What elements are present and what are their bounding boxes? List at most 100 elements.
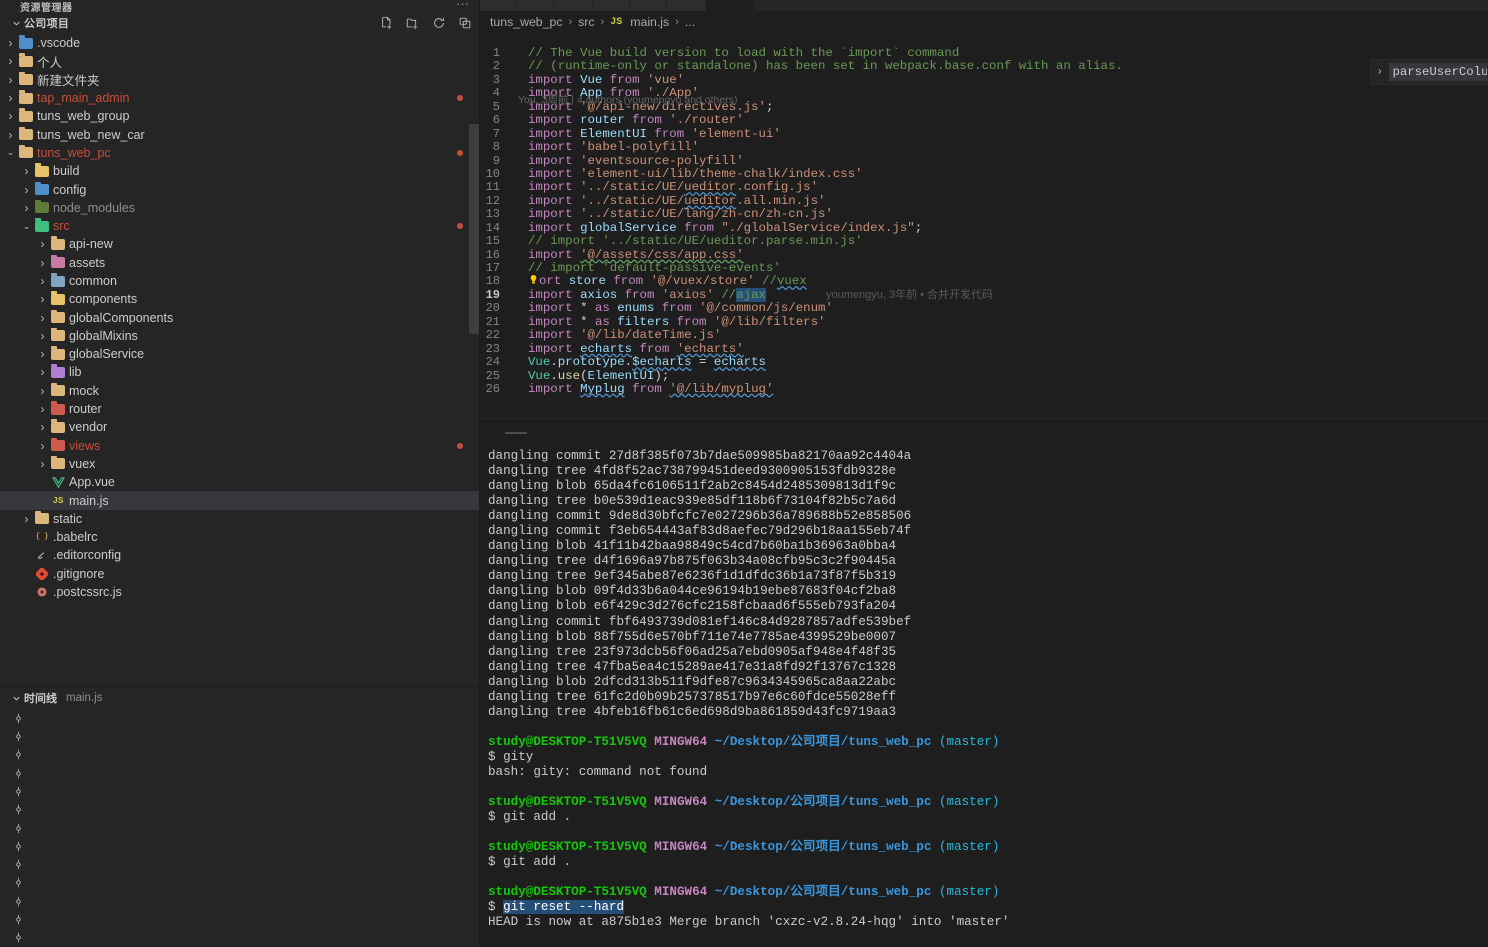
tree-item-src[interactable]: ⌄ src bbox=[0, 217, 479, 235]
code-line[interactable]: 17 // import 'default-passive-events' bbox=[480, 261, 1488, 275]
refresh-icon[interactable] bbox=[431, 15, 447, 31]
tree-item-common[interactable]: › common bbox=[0, 272, 479, 290]
file-tree[interactable]: › .vscode › 个人 › 新建文件夹 › tap_main_admin › tuns_we… bbox=[0, 34, 479, 686]
editor-tab[interactable]: ▼● bbox=[706, 0, 756, 11]
timeline-item[interactable] bbox=[0, 727, 479, 745]
code-line[interactable]: 14 import globalService from "./globalSer… bbox=[480, 221, 1488, 235]
timeline-item[interactable] bbox=[0, 910, 479, 928]
code-editor[interactable]: You, 3周前 | 4 authors (youmengyu and othe… bbox=[480, 33, 1488, 418]
tree-item-components[interactable]: › components bbox=[0, 290, 479, 308]
tree-item-api-new[interactable]: › api-new bbox=[0, 235, 479, 253]
breadcrumb-item[interactable]: main.js bbox=[630, 15, 669, 29]
panel-tab[interactable] bbox=[597, 419, 617, 447]
tree-item-node-modules[interactable]: › node_modules bbox=[0, 199, 479, 217]
editor-tab[interactable]: JS bbox=[666, 0, 707, 11]
panel-tab[interactable] bbox=[488, 419, 537, 447]
code-line[interactable]: 8 import 'babel-polyfill' bbox=[480, 140, 1488, 154]
timeline-item[interactable] bbox=[0, 874, 479, 892]
code-line[interactable]: 23 import echarts from 'echarts' bbox=[480, 342, 1488, 356]
timeline-item[interactable] bbox=[0, 764, 479, 782]
tree-item-main-js[interactable]: JS main.js bbox=[0, 491, 479, 510]
code-line[interactable]: 18 ort store from '@/vuex/store' //vuex bbox=[480, 274, 1488, 288]
panel-tab[interactable] bbox=[577, 419, 597, 447]
editor-tab[interactable]: JS bbox=[553, 0, 594, 11]
timeline-item[interactable] bbox=[0, 782, 479, 800]
tree-item--vscode[interactable]: › .vscode bbox=[0, 34, 479, 52]
new-folder-icon[interactable] bbox=[405, 15, 421, 31]
terminal-output[interactable]: dangling commit 27d8f385f073b7dae509985b… bbox=[480, 447, 1488, 947]
timeline-item[interactable] bbox=[0, 929, 479, 947]
editor-tab-bar[interactable]: ▼▼JS▼▼JS▼● bbox=[480, 0, 1488, 11]
tree-item------[interactable]: › 新建文件夹 bbox=[0, 71, 479, 89]
editor-tab[interactable]: ▼ bbox=[593, 0, 630, 11]
code-line[interactable]: 13 import '../static/UE/lang/zh-cn/zh-cn.… bbox=[480, 207, 1488, 221]
tree-item-lib[interactable]: › lib bbox=[0, 363, 479, 381]
tree-item-globalservice[interactable]: › globalService bbox=[0, 345, 479, 363]
tree-item-build[interactable]: › build bbox=[0, 162, 479, 180]
tree-item-tuns-web-group[interactable]: › tuns_web_group bbox=[0, 107, 479, 125]
timeline-header[interactable]: 时间线 main.js bbox=[0, 687, 479, 709]
code-line[interactable]: 7 import ElementUI from 'element-ui' bbox=[480, 127, 1488, 141]
tree-item--postcssrc-js[interactable]: .postcssrc.js bbox=[0, 583, 479, 601]
panel-tab[interactable] bbox=[537, 419, 557, 447]
tree-item--babelrc[interactable]: { } .babelrc bbox=[0, 528, 479, 546]
lightbulb-icon[interactable] bbox=[528, 275, 539, 288]
panel-tab[interactable] bbox=[557, 419, 577, 447]
code-line[interactable]: 6 import router from './router' bbox=[480, 113, 1488, 127]
tree-item-tuns-web-new-car[interactable]: › tuns_web_new_car bbox=[0, 125, 479, 143]
panel-tab-bar[interactable] bbox=[480, 419, 1488, 447]
code-line[interactable]: 9 import 'eventsource-polyfill' bbox=[480, 154, 1488, 168]
tree-item---[interactable]: › 个人 bbox=[0, 52, 479, 70]
tree-item-tap-main-admin[interactable]: › tap_main_admin bbox=[0, 89, 479, 107]
code-line[interactable]: 11 import '../static/UE/ueditor.config.js… bbox=[480, 180, 1488, 194]
tree-item--gitignore[interactable]: .gitignore bbox=[0, 565, 479, 583]
code-line[interactable]: 21 import * as filters from '@/lib/filter… bbox=[480, 315, 1488, 329]
code-line[interactable]: 1 // The Vue build version to load with t… bbox=[480, 46, 1488, 60]
timeline-item[interactable] bbox=[0, 801, 479, 819]
timeline-item[interactable] bbox=[0, 837, 479, 855]
timeline-item[interactable] bbox=[0, 709, 479, 727]
code-line[interactable]: 26 import Myplug from '@/lib/myplug' bbox=[480, 382, 1488, 396]
tree-item-router[interactable]: › router bbox=[0, 400, 479, 418]
tree-item--editorconfig[interactable]: .editorconfig bbox=[0, 546, 479, 564]
timeline-item[interactable] bbox=[0, 856, 479, 874]
outline-overlay[interactable]: › parseUserColum bbox=[1370, 59, 1488, 85]
code-line[interactable]: 22 import '@/lib/dateTime.js' bbox=[480, 328, 1488, 342]
folder-section-header[interactable]: 公司项目 bbox=[0, 12, 479, 34]
code-line[interactable]: 24 Vue.prototype.$echarts = echarts bbox=[480, 355, 1488, 369]
vue-file-icon bbox=[49, 476, 67, 488]
breadcrumb-item[interactable]: tuns_web_pc bbox=[490, 15, 562, 29]
timeline-item[interactable] bbox=[0, 819, 479, 837]
code-line[interactable]: 25 Vue.use(ElementUI); bbox=[480, 369, 1488, 383]
breadcrumb[interactable]: tuns_web_pc › src › JS main.js ›... bbox=[480, 11, 1488, 33]
editor-tab[interactable]: ▼ bbox=[516, 0, 554, 11]
tree-item-config[interactable]: › config bbox=[0, 180, 479, 198]
collapse-all-icon[interactable] bbox=[457, 15, 473, 31]
tree-item-tuns-web-pc[interactable]: ⌄ tuns_web_pc bbox=[0, 144, 479, 162]
breadcrumb-item[interactable]: src bbox=[578, 15, 594, 29]
tree-item-static[interactable]: › static bbox=[0, 510, 479, 528]
code-line[interactable]: 16 import '@/assets/css/app.css' bbox=[480, 248, 1488, 262]
tree-item-globalmixins[interactable]: › globalMixins bbox=[0, 327, 479, 345]
editor-tab[interactable]: ▼ bbox=[480, 0, 517, 11]
tree-item-mock[interactable]: › mock bbox=[0, 382, 479, 400]
code-line[interactable]: 15 // import '../static/UE/ueditor.parse.… bbox=[480, 234, 1488, 248]
tree-item-vendor[interactable]: › vendor bbox=[0, 418, 479, 436]
timeline-item[interactable] bbox=[0, 746, 479, 764]
tree-item-globalcomponents[interactable]: › globalComponents bbox=[0, 308, 479, 326]
code-line[interactable]: 3 import Vue from 'vue' bbox=[480, 73, 1488, 87]
tree-item-assets[interactable]: › assets bbox=[0, 254, 479, 272]
tree-item-views[interactable]: › views bbox=[0, 437, 479, 455]
code-line[interactable]: 19 import axios from 'axios' //ajax youmen… bbox=[480, 287, 1488, 302]
tree-item-app-vue[interactable]: App.vue bbox=[0, 473, 479, 491]
editor-tab[interactable]: ▼ bbox=[629, 0, 667, 11]
code-line[interactable]: 2 // (runtime-only or standalone) has bee… bbox=[480, 59, 1488, 73]
explorer-more-actions[interactable]: ··· bbox=[456, 0, 469, 11]
code-line[interactable]: 10 import 'element-ui/lib/theme-chalk/ind… bbox=[480, 167, 1488, 181]
breadcrumb-item[interactable]: ... bbox=[685, 15, 695, 29]
timeline-item[interactable] bbox=[0, 892, 479, 910]
tree-item-vuex[interactable]: › vuex bbox=[0, 455, 479, 473]
new-file-icon[interactable] bbox=[379, 15, 395, 31]
code-line[interactable]: 12 import '../static/UE/ueditor.all.min.j… bbox=[480, 194, 1488, 208]
code-line[interactable]: 20 import * as enums from '@/common/js/en… bbox=[480, 301, 1488, 315]
